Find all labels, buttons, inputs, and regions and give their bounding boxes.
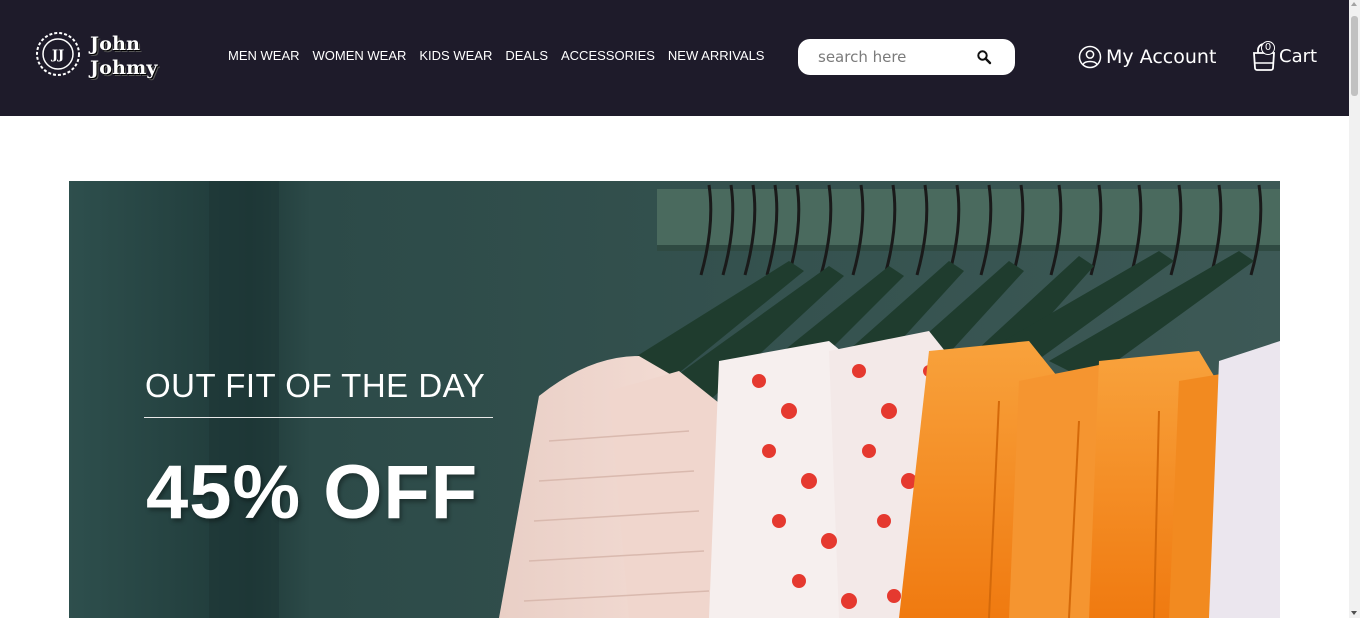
- scroll-down-arrow-icon[interactable]: [1351, 611, 1357, 615]
- my-account-link[interactable]: My Account: [1078, 44, 1216, 70]
- nav-item-men-wear[interactable]: MEN WEAR: [228, 47, 300, 67]
- brand-name-line2: Johmy: [90, 57, 158, 79]
- nav-item-new-arrivals[interactable]: NEW ARRIVALS: [668, 47, 765, 67]
- hero-subtitle: OUT FIT OF THE DAY: [145, 367, 486, 404]
- hero-divider: [144, 417, 493, 418]
- cart-link[interactable]: 0 Cart: [1251, 40, 1317, 72]
- nav-item-kids-wear[interactable]: KIDS WEAR: [419, 47, 492, 67]
- cart-count-badge: 0: [1261, 41, 1275, 55]
- brand-name: John Johmy: [90, 32, 158, 80]
- cart-label: Cart: [1279, 45, 1318, 67]
- site-header: JJ John Johmy MEN WEAR WOMEN WEAR KIDS W…: [0, 0, 1349, 116]
- main-nav: MEN WEAR WOMEN WEAR KIDS WEAR DEALS ACCE…: [228, 47, 777, 67]
- jj-emblem-icon: JJ: [36, 32, 80, 76]
- page-scrollbar[interactable]: [1349, 0, 1360, 618]
- search-input[interactable]: [818, 46, 978, 68]
- nav-item-accessories[interactable]: ACCESSORIES: [561, 47, 655, 67]
- user-circle-icon: [1078, 45, 1102, 69]
- nav-item-deals[interactable]: DEALS: [505, 47, 548, 67]
- my-account-label: My Account: [1106, 46, 1217, 68]
- hero-banner[interactable]: OUT FIT OF THE DAY 45% OFF: [69, 181, 1280, 618]
- nav-item-women-wear[interactable]: WOMEN WEAR: [313, 47, 407, 67]
- scroll-thumb[interactable]: [1351, 16, 1358, 96]
- brand-logo[interactable]: JJ John Johmy: [34, 30, 174, 82]
- emblem-text: JJ: [51, 48, 64, 63]
- cart-icon-wrapper: 0: [1251, 41, 1277, 71]
- brand-name-line1: John: [90, 33, 141, 55]
- scroll-up-arrow-icon[interactable]: [1351, 2, 1357, 6]
- search-box: [798, 39, 1015, 75]
- search-icon[interactable]: [976, 49, 992, 65]
- hero-discount-title: 45% OFF: [146, 450, 479, 535]
